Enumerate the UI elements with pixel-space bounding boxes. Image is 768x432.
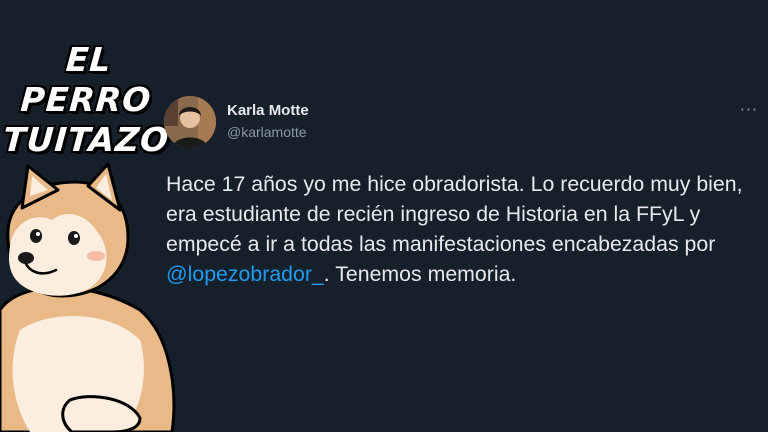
author-handle[interactable]: @karlamotte bbox=[227, 124, 307, 140]
tweet-text-before-mention: Hace 17 años yo me hice obradorista. Lo … bbox=[166, 172, 743, 256]
tweet-text-after-mention: . Tenemos memoria. bbox=[323, 262, 517, 286]
mention-link[interactable]: @lopezobrador_ bbox=[166, 262, 324, 286]
user-avatar[interactable] bbox=[164, 96, 216, 148]
brand-title-line-1: EL PERRO bbox=[19, 40, 153, 119]
tweet-text: Hace 17 años yo me hice obradorista. Lo … bbox=[166, 169, 756, 289]
author-name[interactable]: Karla Motte bbox=[227, 102, 309, 119]
brand-title: EL PERRO TUITAZO bbox=[1, 40, 171, 160]
meme-card: EL PERRO TUITAZO Karla Motte @karlamotte… bbox=[0, 0, 768, 432]
brand-title-line-2: TUITAZO bbox=[1, 120, 171, 159]
tweet-header: Karla Motte @karlamotte ··· bbox=[164, 96, 764, 148]
shiba-dog-illustration bbox=[0, 162, 176, 432]
more-horizontal-icon[interactable]: ··· bbox=[740, 100, 758, 119]
avatar-portrait-icon bbox=[164, 96, 216, 148]
